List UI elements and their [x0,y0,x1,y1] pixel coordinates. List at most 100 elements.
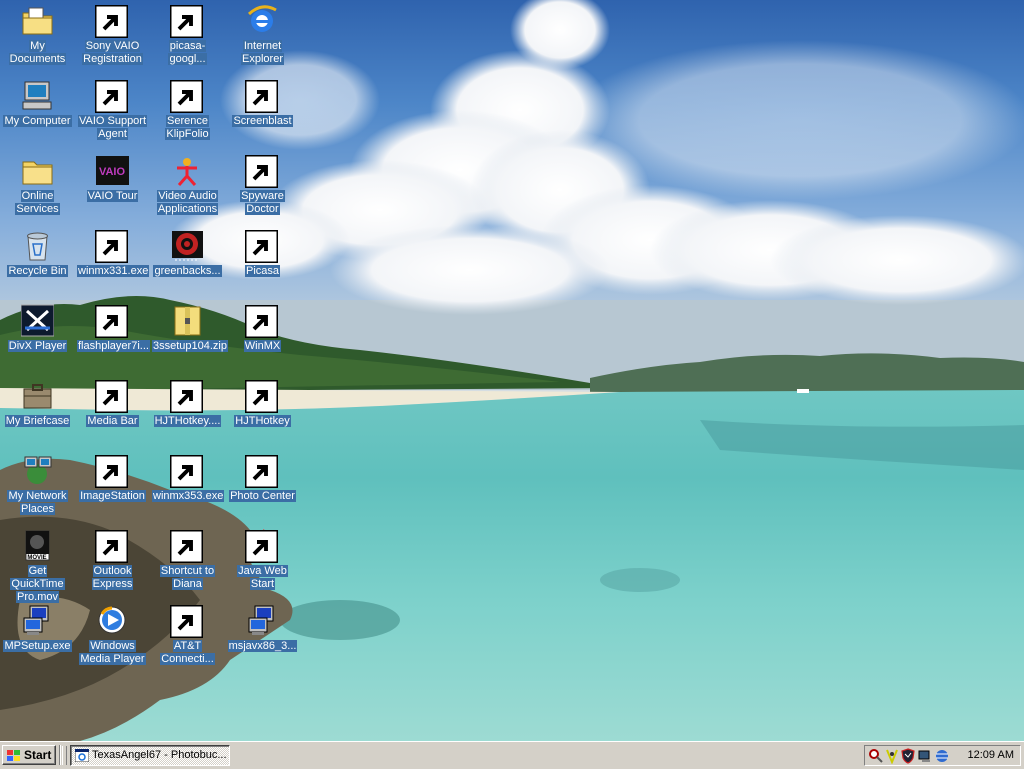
desktop-icon-label: VAIO Support Agent [77,115,148,140]
desktop-icon-vaio-tour[interactable]: VAIO VAIO Tour [75,153,150,228]
desktop-icon-hjthotkey[interactable]: H HJTHotkey [225,378,300,453]
java-icon [245,529,279,563]
internet-explorer-icon [246,4,279,37]
monitor-tray-icon[interactable] [917,748,933,764]
shield-tray-icon[interactable] [900,748,916,764]
media-player-icon [96,604,129,637]
desktop-icon-label: flashplayer7i... [77,340,150,352]
desktop-icon-winmx331-exe[interactable]: winmx331.exe [75,228,150,303]
shortcut-arrow-icon [95,5,128,38]
desktop-icon-flashplayer7i[interactable]: flashplayer7i... [75,303,150,378]
desktop-icon-label: Shortcut to Diana [159,565,216,590]
svg-text:VAIO: VAIO [99,166,126,178]
network-tray-icon[interactable] [884,748,900,764]
desktop-icon-label: winmx353.exe [152,490,225,502]
media-bar-icon [95,379,129,413]
computer-icon [21,79,54,112]
desktop-icon-internet-explorer[interactable]: Internet Explorer [225,3,300,78]
desktop-icon-divx-player[interactable]: DivX Player [0,303,75,378]
desktop-icon-vaio-support-agent[interactable]: VAIO Support Agent [75,78,150,153]
start-label: Start [24,748,52,762]
desktop-icon-imagestation[interactable]: ImageStation [75,453,150,528]
folder-icon [21,154,54,187]
shortcut-arrow-icon [245,155,278,188]
start-button[interactable]: Start [2,745,56,765]
desktop-icon-label: Media Bar [86,415,139,427]
taskbar-separator [59,745,61,765]
shortcut-arrow-icon [170,530,203,563]
desktop-icon-spyware-doctor[interactable]: Spyware Doctor [225,153,300,228]
quick-launch-grip[interactable] [62,746,67,765]
desktop-icon-label: My Network Places [7,490,68,515]
desktop-icon-winmx[interactable]: AllINMX WinMX [225,303,300,378]
desktop-icon-label: 3ssetup104.zip [152,340,228,352]
desktop-icon-media-bar[interactable]: Media Bar [75,378,150,453]
desktop-icon-recycle-bin[interactable]: Recycle Bin [0,228,75,303]
desktop-icon-label: DivX Player [7,340,68,352]
desktop-icon-get-quicktime-pro-mov[interactable]: MOVIE Get QuickTime Pro.mov [0,528,75,603]
desktop-icon-my-briefcase[interactable]: My Briefcase [0,378,75,453]
installer-icon [95,304,129,338]
desktop-icon-at-t-connecti[interactable]: AT&T Connecti... [150,603,225,678]
desktop-icon-label: Java Web Start [237,565,288,590]
network-places-icon [21,454,54,487]
desktop-icon-label: msjavx86_3... [227,640,298,652]
shortcut-arrow-icon [170,5,203,38]
desktop-icon-label: My Briefcase [4,415,71,427]
desktop-icon-shortcut-to-diana[interactable]: Shortcut to Diana [150,528,225,603]
desktop-icon-java-web-start[interactable]: Java Web Start [225,528,300,603]
shortcut-arrow-icon [170,80,203,113]
taskbar: Start TexasAngel67 - Photobuc... 12:09 A… [0,741,1024,769]
support-agent-icon [95,79,129,113]
zip-icon [171,304,204,337]
desktop-icon-outlook-express[interactable]: Outlook Express [75,528,150,603]
desktop-icon-label: Sony VAIO Registration [82,40,143,65]
desktop-icon-label: ImageStation [79,490,146,502]
installer-icon [21,604,54,637]
shortcut-arrow-icon [245,230,278,263]
desktop-icon-online-services[interactable]: Online Services [0,153,75,228]
desktop-icon-screenblast[interactable]: Screenblast [225,78,300,153]
desktop-icon-serence-klipfolio[interactable]: Serence KlipFolio [150,78,225,153]
shortcut-arrow-icon [170,455,203,488]
desktop-icon-mpsetup-exe[interactable]: MPSetup.exe [0,603,75,678]
internet-explorer-icon [75,749,89,762]
search-tray-icon[interactable] [868,748,884,764]
desktop-icon-picasa-googl[interactable]: picasa-googl... [150,3,225,78]
shortcut-arrow-icon [245,305,278,338]
desktop-icon-label: WinMX [243,340,282,352]
desktop-icon-windows-media-player[interactable]: Windows Media Player [75,603,150,678]
clock[interactable]: 12:09 AM [968,749,1014,761]
registration-icon [95,4,129,38]
greenbacks-icon [171,229,204,262]
shortcut-arrow-icon [245,530,278,563]
desktop-icon-my-computer[interactable]: My Computer [0,78,75,153]
desktop-icon-label: AT&T Connecti... [160,640,215,665]
installer-icon [170,379,204,413]
desktop-icon-picasa[interactable]: Picasa [225,228,300,303]
video-audio-icon [171,154,204,187]
desktop-icon-label: Outlook Express [91,565,134,590]
desktop-icon-label: greenbacks... [153,265,222,277]
desktop-icon-hjthotkey[interactable]: HJTHotkey.... [150,378,225,453]
screenblast-icon [245,79,279,113]
folder-documents-icon [21,4,54,37]
desktop-icon-label: HJTHotkey.... [153,415,222,427]
desktop-icon-my-documents[interactable]: My Documents [0,3,75,78]
taskbar-button-photobucket[interactable]: TexasAngel67 - Photobuc... [70,745,230,766]
desktop-icon-greenbacks[interactable]: greenbacks... [150,228,225,303]
installer-icon [170,4,204,38]
desktop-icon-video-audio-applications[interactable]: Video Audio Applications [150,153,225,228]
desktop-icon-winmx353-exe[interactable]: winmx353.exe [150,453,225,528]
picasa-icon [245,229,279,263]
desktop-icon-my-network-places[interactable]: My Network Places [0,453,75,528]
desktop-icon-label: Picasa [244,265,281,277]
desktop-icon-3ssetup104-zip[interactable]: 3ssetup104.zip [150,303,228,378]
desktop-icon-photo-center[interactable]: Photo Center [225,453,300,528]
desktop-icon-sony-vaio-registration[interactable]: Sony VAIO Registration [75,3,150,78]
desktop-icon-label: Windows Media Player [79,640,146,665]
desktop-icon-label: picasa-googl... [168,40,207,65]
desktop-icon-label: Get QuickTime Pro.mov [10,565,65,603]
desktop-icon-msjavx86-3[interactable]: msjavx86_3... [225,603,300,678]
globe-tray-icon[interactable] [934,748,950,764]
